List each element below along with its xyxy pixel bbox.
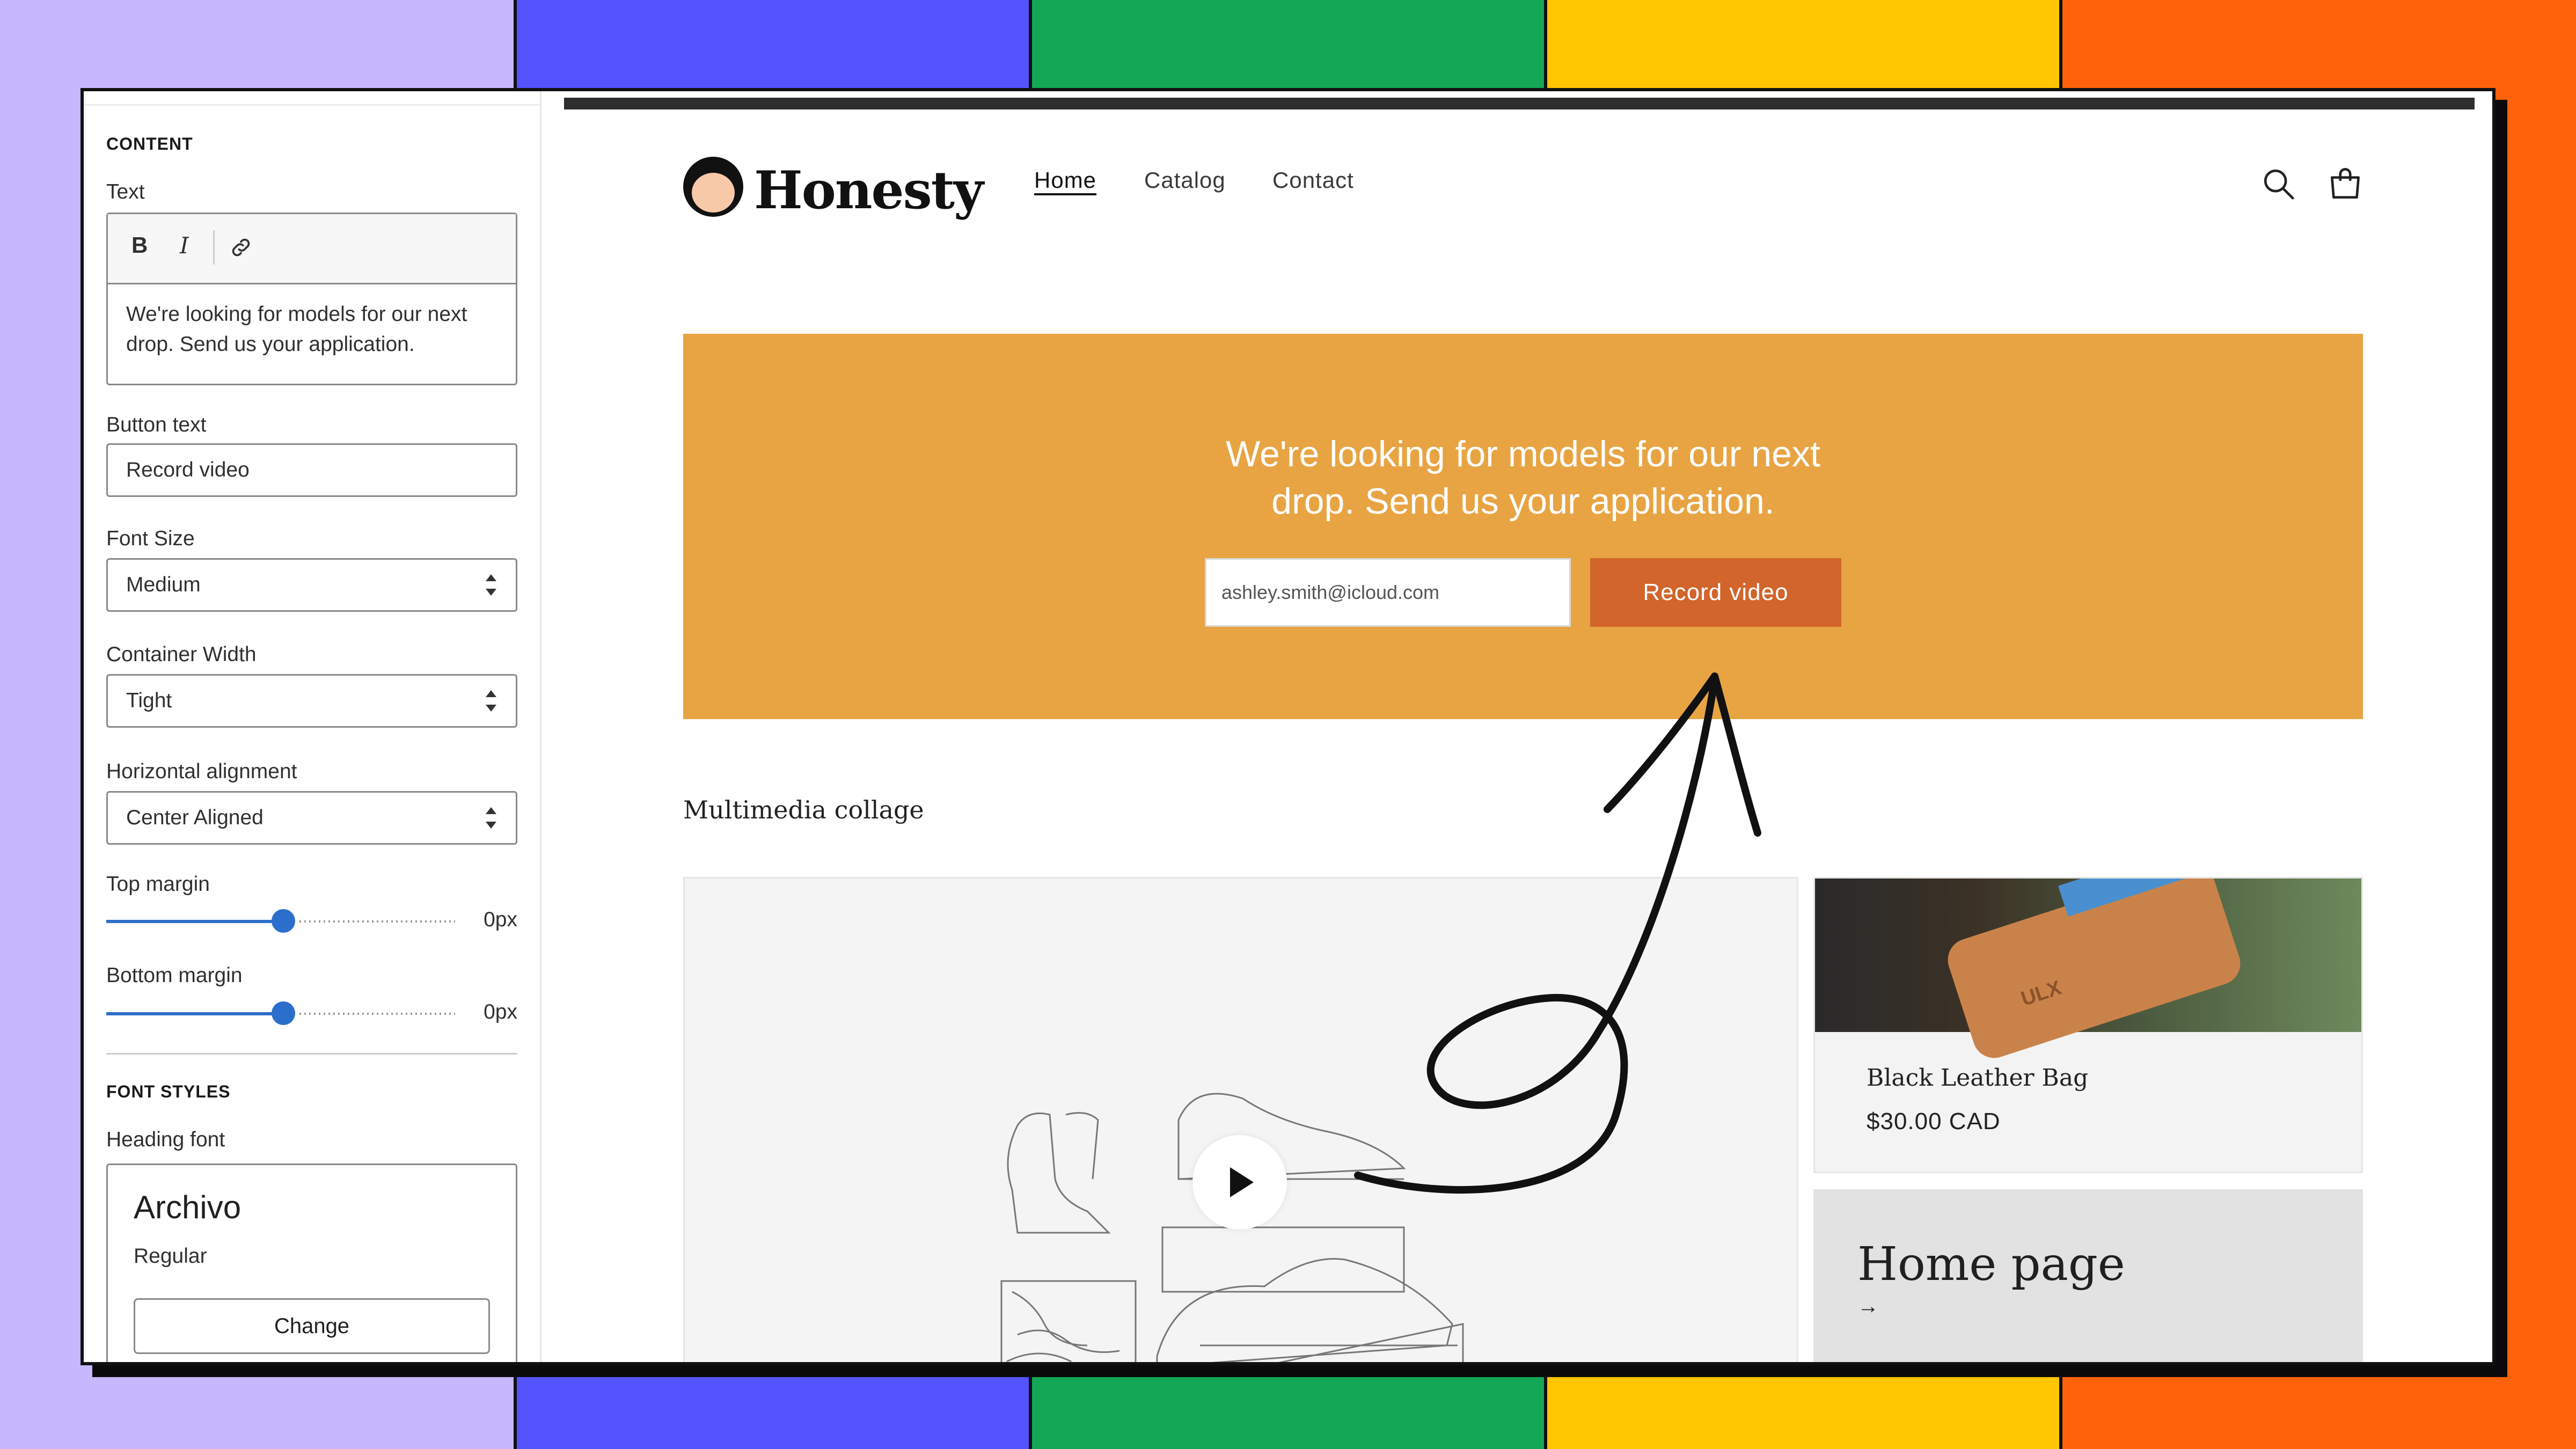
logo-text: Honesty	[754, 160, 984, 221]
font-size-value: Medium	[126, 573, 201, 596]
slider-handle[interactable]	[272, 1001, 295, 1025]
container-width-value: Tight	[126, 689, 172, 712]
italic-icon[interactable]: I	[180, 232, 189, 259]
top-margin-slider[interactable]: 0px	[106, 905, 517, 937]
video-card[interactable]	[683, 877, 1798, 1362]
heading-font-picker: Archivo Regular Change	[106, 1163, 517, 1362]
settings-sidebar: CONTENT Text B I We're looking for model…	[84, 91, 541, 1362]
heading-font-name: Archivo	[134, 1189, 241, 1225]
heading-font-label: Heading font	[106, 1128, 225, 1151]
section-divider	[106, 1053, 517, 1055]
slider-track-filled	[106, 920, 283, 923]
play-icon[interactable]	[1192, 1135, 1287, 1230]
slider-track	[299, 920, 455, 923]
banner-text-line2: drop. Send us your application.	[1271, 481, 1775, 522]
link-icon[interactable]	[229, 236, 253, 259]
banner-text: We're looking for models for our next dr…	[683, 430, 2363, 525]
record-video-button[interactable]: Record video	[1590, 558, 1841, 627]
bold-icon[interactable]: B	[131, 232, 148, 258]
toolbar-separator	[213, 230, 215, 265]
card-illustration	[2058, 879, 2191, 917]
product-image: ULX	[1815, 879, 2361, 1064]
rich-text-editor[interactable]: B I We're looking for models for our nex…	[106, 213, 517, 385]
banner-text-line1: We're looking for models for our next	[1226, 434, 1820, 474]
wallet-illustration: ULX	[1942, 879, 2246, 1064]
nav-contact[interactable]: Contact	[1272, 167, 1354, 193]
select-arrows-icon	[485, 573, 497, 597]
button-text-label: Button text	[106, 413, 207, 436]
editor-window: CONTENT Text B I We're looking for model…	[80, 88, 2496, 1365]
product-name[interactable]: Black Leather Bag	[1867, 1064, 2088, 1092]
arrow-right-icon: →	[1857, 1294, 1879, 1318]
slider-track	[299, 1013, 455, 1015]
top-margin-label: Top margin	[106, 873, 210, 896]
slider-handle[interactable]	[272, 909, 295, 933]
collage-title: Multimedia collage	[683, 795, 924, 824]
container-width-label: Container Width	[106, 643, 257, 666]
product-price: $30.00 CAD	[1867, 1108, 2001, 1135]
horizontal-alignment-label: Horizontal alignment	[106, 760, 297, 783]
button-text-input[interactable]: Record video	[106, 443, 517, 497]
text-label: Text	[106, 180, 145, 203]
content-section-title: CONTENT	[106, 134, 193, 153]
nav-catalog[interactable]: Catalog	[1144, 167, 1226, 193]
rich-text-toolbar: B I	[108, 214, 516, 284]
cart-icon[interactable]	[2325, 164, 2365, 204]
rich-text-value[interactable]: We're looking for models for our next dr…	[108, 284, 516, 375]
button-text-value: Record video	[126, 458, 250, 481]
nav-home[interactable]: Home	[1034, 167, 1096, 193]
horizontal-alignment-select[interactable]: Center Aligned	[106, 791, 517, 845]
select-arrows-icon	[485, 806, 497, 830]
sidebar-top-divider	[84, 104, 540, 106]
top-margin-value: 0px	[484, 908, 517, 931]
change-font-button[interactable]: Change	[134, 1298, 490, 1354]
font-size-select[interactable]: Medium	[106, 558, 517, 612]
email-input[interactable]: ashley.smith@icloud.com	[1205, 558, 1571, 627]
newsletter-banner: We're looking for models for our next dr…	[683, 334, 2363, 719]
heading-font-style: Regular	[134, 1245, 207, 1268]
bottom-margin-slider[interactable]: 0px	[106, 997, 517, 1029]
bottom-margin-label: Bottom margin	[106, 964, 243, 987]
font-size-label: Font Size	[106, 527, 195, 550]
home-page-title: Home page	[1857, 1238, 2125, 1291]
font-styles-section-title: FONT STYLES	[106, 1082, 231, 1101]
store-logo[interactable]: Honesty	[683, 150, 984, 221]
search-icon[interactable]	[2260, 165, 2297, 203]
horizontal-alignment-value: Center Aligned	[126, 806, 264, 829]
bottom-margin-value: 0px	[484, 1000, 517, 1023]
store-preview: Honesty Home Catalog Contact We're looki…	[564, 91, 2492, 1362]
product-card[interactable]: ULX Black Leather Bag $30.00 CAD	[1813, 877, 2363, 1173]
home-page-card[interactable]: Home page →	[1813, 1189, 2363, 1362]
logo-mascot-face	[692, 173, 735, 213]
container-width-select[interactable]: Tight	[106, 674, 517, 728]
select-arrows-icon	[485, 689, 497, 713]
wallet-brand: ULX	[2018, 976, 2065, 1011]
slider-track-filled	[106, 1012, 283, 1015]
announcement-bar	[564, 98, 2475, 109]
logo-mascot-icon	[683, 157, 743, 217]
